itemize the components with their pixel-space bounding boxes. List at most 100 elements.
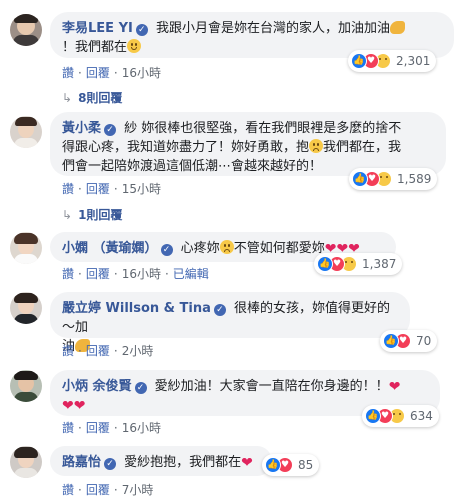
like-icon: 👍: [365, 408, 381, 424]
comment-feed: 李易LEE YI ✓ 我跟小月會是妳在台灣的家人，加油加油 ！我們都在 👍 ♥ 2…: [0, 0, 467, 501]
author-name[interactable]: 路嘉怡: [62, 455, 101, 470]
edited-link[interactable]: 已編輯: [173, 267, 209, 281]
verified-badge-icon: ✓: [104, 124, 117, 136]
like-button[interactable]: 讚: [62, 344, 74, 358]
red-heart-icon: ❤: [62, 398, 74, 414]
reactions-summary[interactable]: 👍 ♥ 85: [262, 454, 320, 476]
separator: ·: [78, 66, 82, 80]
view-replies-link[interactable]: ↳ 1則回覆: [62, 206, 122, 223]
comment-text: 得跟心疼，我知道妳盡力了！妳好勇敢，抱: [62, 140, 310, 155]
timestamp[interactable]: 16小時: [122, 267, 161, 281]
reactions-summary[interactable]: 👍 ♥ 1,387: [314, 253, 403, 275]
author-name[interactable]: 李易LEE YI: [62, 21, 133, 36]
reaction-count: 85: [298, 458, 314, 472]
red-heart-icon: ❤: [73, 398, 86, 414]
author-name[interactable]: 小炳 余俊賢: [62, 379, 132, 394]
reaction-count: 70: [416, 334, 432, 348]
timestamp[interactable]: 15小時: [122, 182, 161, 196]
avatar[interactable]: [10, 292, 42, 324]
sad-face-icon: [219, 240, 234, 254]
reaction-count: 2,301: [396, 54, 431, 68]
reactions-summary[interactable]: 👍 ♥ 2,301: [348, 50, 437, 72]
like-button[interactable]: 讚: [62, 421, 74, 435]
verified-badge-icon: ✓: [160, 244, 173, 256]
comment-text: 不管如何都愛妳: [233, 241, 325, 256]
comment-bubble: 嚴立婷 Willson & Tina ✓ 很棒的女孩，妳值得更好的～加 油: [50, 292, 410, 354]
avatar[interactable]: [10, 370, 42, 402]
comment-actions: 讚 · 回覆 · 16小時: [62, 419, 161, 436]
reactions-summary[interactable]: 👍 ♥ 70: [380, 330, 438, 352]
avatar[interactable]: [10, 14, 42, 46]
timestamp[interactable]: 2小時: [122, 344, 154, 358]
like-button[interactable]: 讚: [62, 267, 74, 281]
reaction-count: 1,589: [397, 172, 432, 186]
avatar[interactable]: [10, 232, 42, 264]
red-heart-icon: ❤: [241, 455, 253, 471]
like-button[interactable]: 讚: [62, 182, 74, 196]
comment-text: 們會一起陪妳渡過這個低潮⋯會越來越好的！: [62, 159, 323, 174]
like-icon: 👍: [352, 171, 368, 187]
author-name[interactable]: 小嫻 （黃瑜嫻）: [62, 241, 158, 256]
separator: ·: [78, 421, 82, 435]
timestamp[interactable]: 16小時: [122, 421, 161, 435]
comment-text: 我們都在，我: [323, 140, 402, 155]
author-name[interactable]: 嚴立婷 Willson & Tina: [62, 301, 211, 316]
sad-face-icon: [309, 139, 324, 153]
comment-text: 愛紗加油！大家會一直陪在你身邊的！！: [154, 379, 389, 394]
comment-bubble: 黃小柔 ✓ 紗 妳很棒也很堅強，看在我們眼裡是多麼的捨不 得跟心疼，我知道妳盡力了…: [50, 112, 446, 176]
verified-badge-icon: ✓: [104, 458, 117, 470]
like-button[interactable]: 讚: [62, 483, 74, 497]
reactions-summary[interactable]: 👍 ♥ 1,589: [349, 168, 438, 190]
separator: ·: [113, 267, 118, 281]
comment-actions: 讚 · 回覆 · 7小時: [62, 481, 153, 498]
separator: ·: [113, 421, 118, 435]
like-icon: 👍: [265, 457, 281, 473]
like-button[interactable]: 讚: [62, 66, 74, 80]
verified-badge-icon: ✓: [134, 382, 147, 394]
flexed-biceps-icon: [389, 21, 405, 34]
separator: ·: [78, 182, 82, 196]
comment-actions: 讚 · 回覆 · 16小時 · 已編輯: [62, 265, 209, 282]
separator: ·: [78, 483, 82, 497]
red-heart-icon: ❤: [388, 379, 401, 395]
like-icon: 👍: [317, 256, 333, 272]
timestamp[interactable]: 16小時: [122, 66, 161, 80]
comment-actions: 讚 · 回覆 · 15小時: [62, 180, 161, 197]
reply-button[interactable]: 回覆: [86, 66, 110, 80]
replies-count: 8則回覆: [78, 91, 123, 105]
comment-text: 愛紗抱抱，我們都在: [124, 455, 242, 470]
like-icon: 👍: [351, 53, 367, 69]
comment-text: ！我們都在: [62, 40, 128, 55]
reaction-count: 634: [410, 409, 433, 423]
reply-button[interactable]: 回覆: [86, 267, 110, 281]
reply-button[interactable]: 回覆: [86, 421, 110, 435]
separator: ·: [113, 483, 118, 497]
comment-text: 心疼妳: [180, 241, 220, 256]
verified-badge-icon: ✓: [135, 24, 148, 36]
reply-button[interactable]: 回覆: [86, 344, 110, 358]
comment-bubble: 路嘉怡 ✓ 愛紗抱抱，我們都在❤: [50, 446, 272, 476]
reply-button[interactable]: 回覆: [86, 483, 110, 497]
comment-actions: 讚 · 回覆 · 16小時: [62, 64, 161, 81]
comment-text: 紗 妳很棒也很堅強，看在我們眼裡是多麼的捨不: [124, 121, 402, 136]
separator: ·: [78, 344, 82, 358]
reply-arrow-icon: ↳: [62, 90, 73, 105]
view-replies-link[interactable]: ↳ 8則回覆: [62, 89, 122, 106]
separator: ·: [113, 182, 118, 196]
separator: ·: [164, 267, 169, 281]
comment-text: 我跟小月會是妳在台灣的家人，加油加油: [155, 21, 390, 36]
like-icon: 👍: [383, 333, 399, 349]
avatar[interactable]: [10, 446, 42, 478]
timestamp[interactable]: 7小時: [122, 483, 154, 497]
reply-button[interactable]: 回覆: [86, 182, 110, 196]
separator: ·: [113, 66, 118, 80]
separator: ·: [113, 344, 118, 358]
avatar[interactable]: [10, 116, 42, 148]
reaction-count: 1,387: [362, 257, 397, 271]
reactions-summary[interactable]: 👍 ♥ 634: [362, 405, 439, 427]
verified-badge-icon: ✓: [213, 304, 226, 316]
author-name[interactable]: 黃小柔: [62, 121, 101, 136]
comment-actions: 讚 · 回覆 · 2小時: [62, 342, 153, 359]
reply-arrow-icon: ↳: [62, 207, 73, 222]
replies-count: 1則回覆: [78, 208, 123, 222]
